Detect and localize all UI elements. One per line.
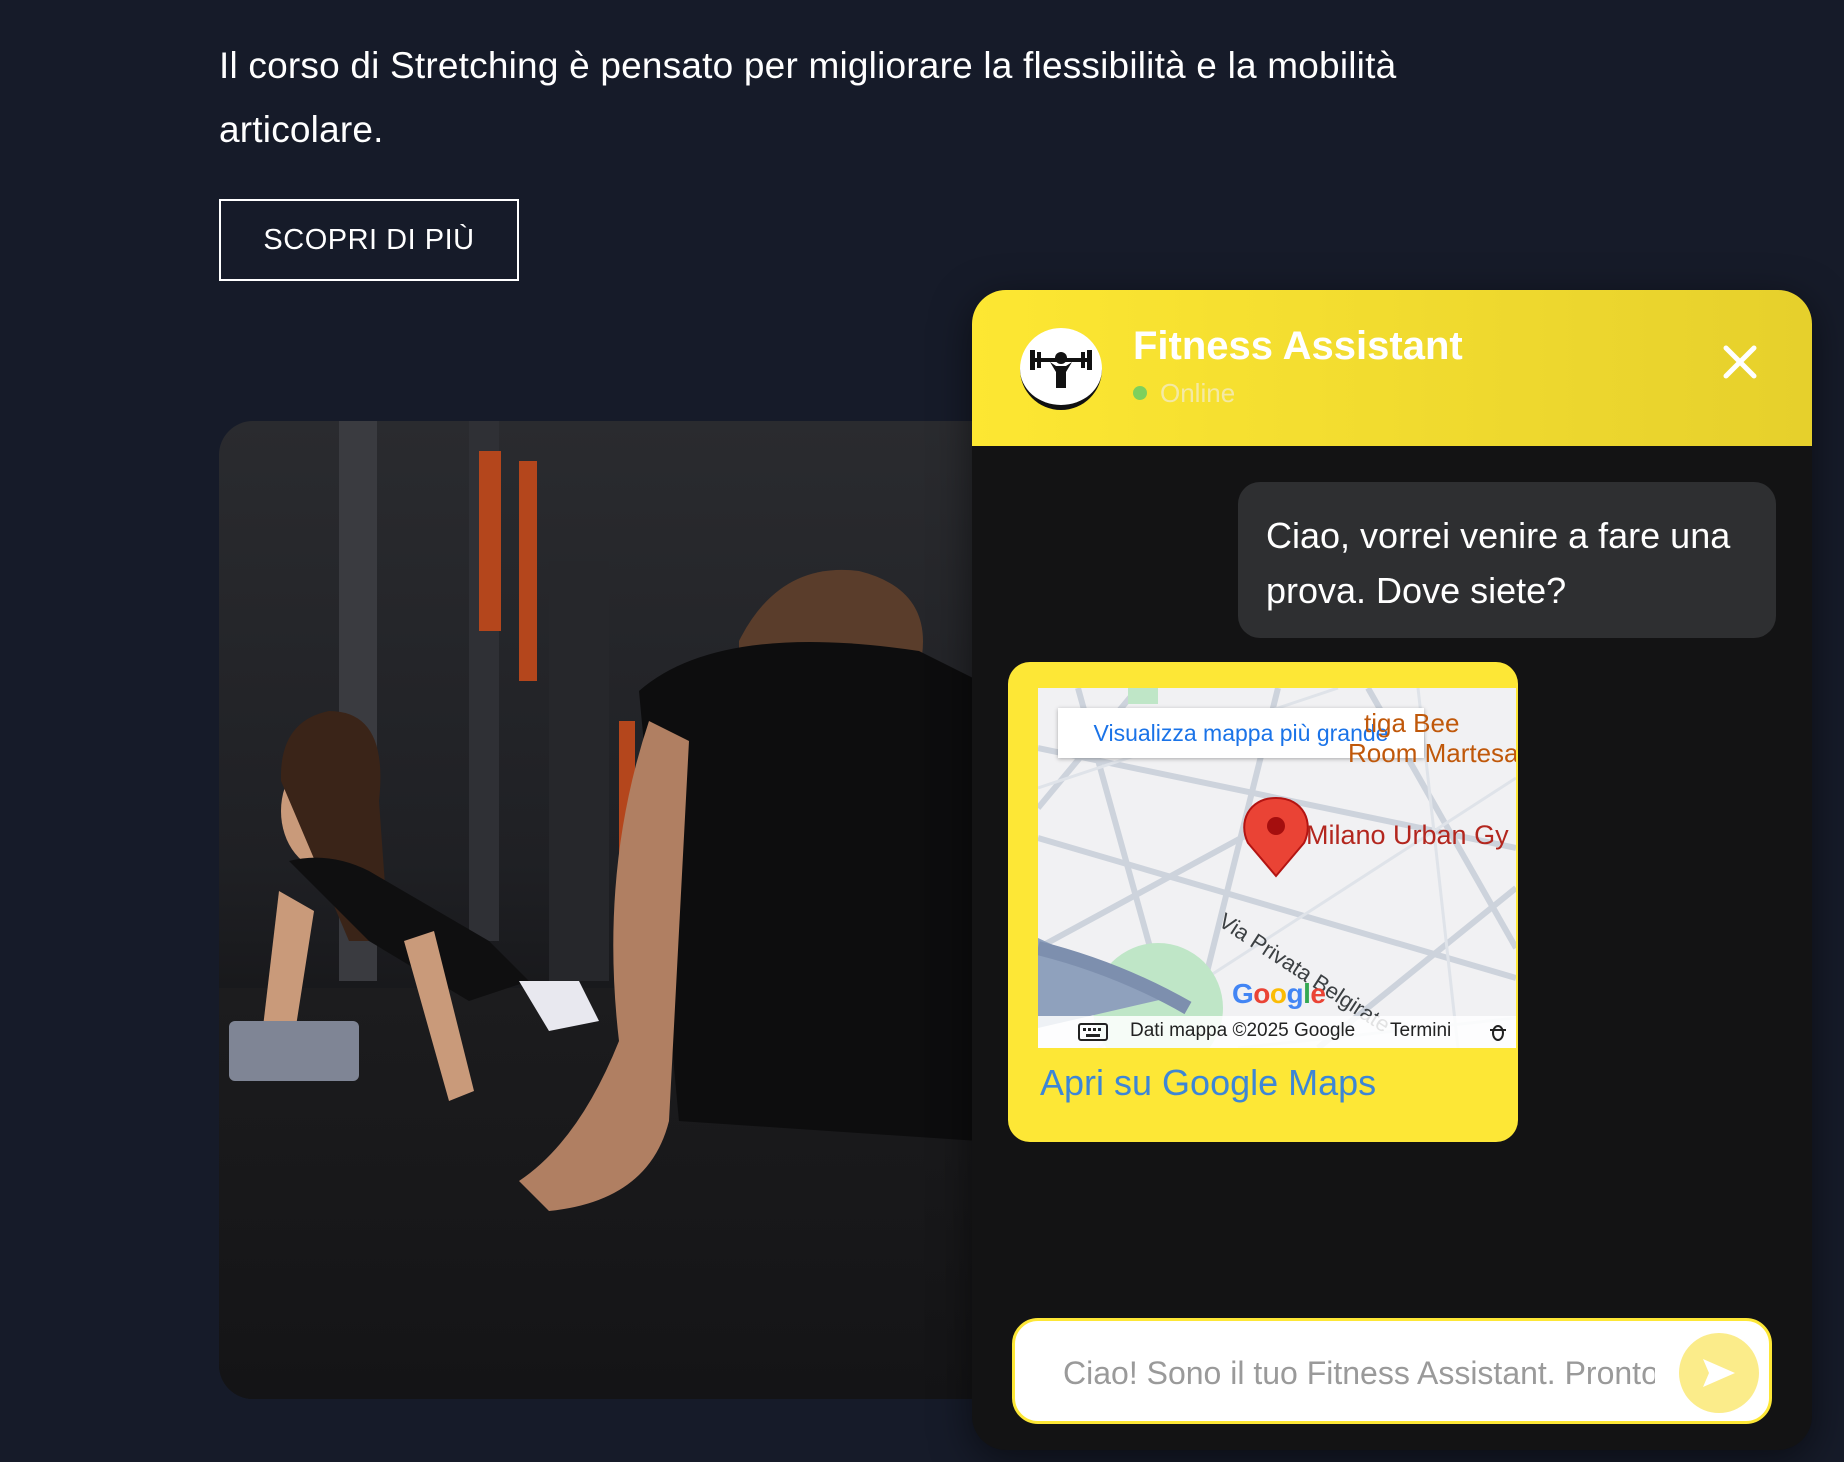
discover-more-button[interactable]: SCOPRI DI PIÙ: [219, 199, 519, 281]
people-silhouettes: [229, 569, 979, 1211]
open-google-maps-link[interactable]: Apri su Google Maps: [1040, 1062, 1376, 1104]
chat-header: Fitness Assistant Online: [972, 290, 1812, 446]
assistant-name: Fitness Assistant: [1133, 324, 1463, 368]
map-message-card: Visualizza mappa più grande tiga Bee Roo…: [1008, 662, 1518, 1142]
map-place-label: Milano Urban Gy: [1306, 820, 1509, 850]
send-icon[interactable]: [1679, 1333, 1759, 1413]
google-logo: Google: [1232, 978, 1326, 1009]
map-terms-link[interactable]: Termini: [1390, 1020, 1451, 1042]
weightlifter-icon: [1020, 328, 1102, 410]
report-bug-icon[interactable]: [1488, 1022, 1508, 1042]
user-message-bubble: Ciao, vorrei venire a fare una prova. Do…: [1238, 482, 1776, 638]
embedded-map[interactable]: Visualizza mappa più grande tiga Bee Roo…: [1038, 688, 1516, 1048]
close-icon[interactable]: [1716, 338, 1764, 386]
map-data-attribution: Dati mappa ©2025 Google: [1130, 1020, 1356, 1041]
chat-message-input[interactable]: [1063, 1343, 1655, 1403]
map-poi-label: tiga Bee: [1364, 708, 1460, 738]
course-description: Il corso di Stretching è pensato per mig…: [219, 45, 1397, 150]
gym-photo: [219, 421, 979, 1399]
map-attribution-bar: Dati mappa ©2025 Google Termini: [1038, 1016, 1516, 1048]
keyboard-icon[interactable]: [1078, 1022, 1108, 1042]
chat-input-container: [1012, 1318, 1772, 1424]
chat-widget: Fitness Assistant Online Ciao, vorrei ve…: [972, 290, 1812, 1450]
map-poi-label: Room Martesan: [1348, 738, 1516, 768]
online-status: Online: [1160, 378, 1236, 408]
online-status-dot: [1133, 386, 1147, 400]
